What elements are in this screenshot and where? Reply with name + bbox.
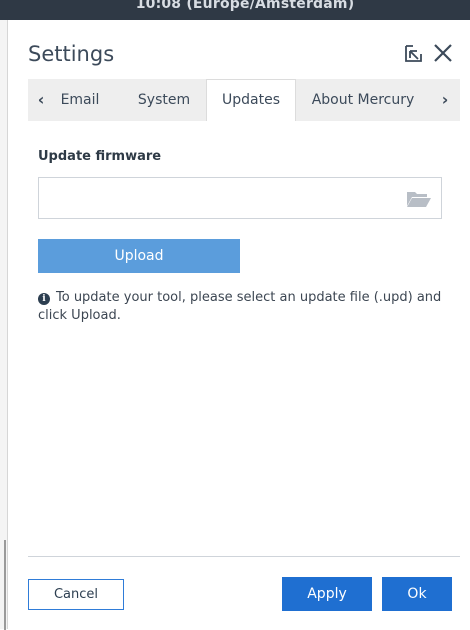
footer-divider	[28, 556, 460, 557]
tab-about-mercury[interactable]: About Mercury	[300, 79, 426, 121]
left-edge-panel	[0, 20, 8, 630]
left-edge-scroll-mark	[4, 540, 6, 630]
top-status-bar: 10:08 (Europe/Amsterdam)	[0, 0, 470, 20]
cancel-button[interactable]: Cancel	[28, 579, 124, 610]
tab-prev-chevron-icon[interactable]: ‹	[28, 79, 54, 121]
popout-icon[interactable]	[404, 43, 424, 63]
ok-button[interactable]: Ok	[382, 577, 452, 611]
tab-email[interactable]: Email	[54, 79, 118, 121]
update-firmware-label: Update firmware	[38, 149, 162, 164]
dialog-title: Settings	[28, 42, 115, 66]
info-message: i To update your tool, please select an u…	[38, 289, 448, 325]
firmware-file-input[interactable]	[39, 178, 399, 218]
apply-button[interactable]: Apply	[282, 577, 372, 611]
clock-text: 10:08 (Europe/Amsterdam)	[135, 0, 355, 12]
folder-open-icon[interactable]	[406, 190, 432, 208]
settings-tabs: ‹ Email System Updates About Mercury ›	[28, 79, 460, 121]
tab-system[interactable]: System	[122, 79, 206, 121]
upload-button[interactable]: Upload	[38, 239, 240, 273]
tab-updates[interactable]: Updates	[206, 79, 296, 121]
info-message-text: To update your tool, please select an up…	[38, 290, 442, 323]
tab-next-chevron-icon[interactable]: ›	[432, 79, 458, 121]
firmware-file-field[interactable]	[38, 177, 442, 219]
settings-dialog: Settings ‹ Email System Updates About Me…	[8, 20, 470, 629]
close-icon[interactable]	[432, 42, 454, 64]
info-icon: i	[38, 293, 50, 305]
